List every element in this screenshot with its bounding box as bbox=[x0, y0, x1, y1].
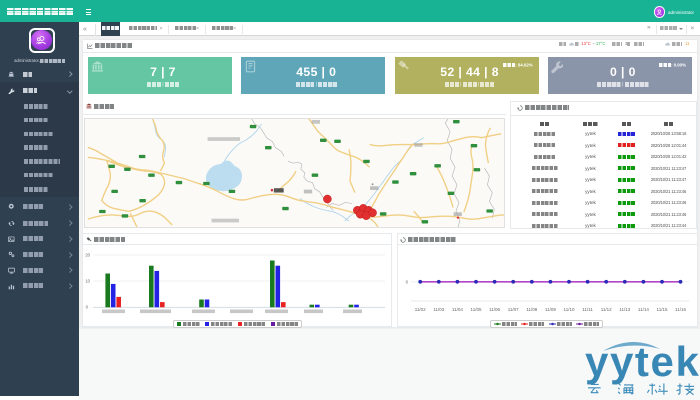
svg-text:11/14: 11/14 bbox=[637, 307, 648, 312]
svg-text:11/02: 11/02 bbox=[414, 307, 425, 312]
svg-text:11/03: 11/03 bbox=[433, 307, 444, 312]
svg-text:0: 0 bbox=[405, 280, 408, 285]
svg-text:11/13: 11/13 bbox=[619, 307, 630, 312]
svg-text:11/06: 11/06 bbox=[489, 307, 500, 312]
svg-text:0: 0 bbox=[86, 305, 89, 310]
svg-text:11/08: 11/08 bbox=[526, 307, 537, 312]
svg-text:11/04: 11/04 bbox=[451, 307, 462, 312]
svg-text:11/15: 11/15 bbox=[656, 307, 667, 312]
svg-text:11/09: 11/09 bbox=[544, 307, 555, 312]
svg-text:11/05: 11/05 bbox=[470, 307, 481, 312]
svg-text:10: 10 bbox=[85, 279, 90, 284]
svg-text:11/11: 11/11 bbox=[582, 307, 593, 312]
svg-text:11/10: 11/10 bbox=[563, 307, 574, 312]
svg-text:11/12: 11/12 bbox=[600, 307, 611, 312]
svg-text:11/16: 11/16 bbox=[675, 307, 686, 312]
svg-text:11/07: 11/07 bbox=[507, 307, 518, 312]
svg-text:20: 20 bbox=[85, 253, 90, 258]
